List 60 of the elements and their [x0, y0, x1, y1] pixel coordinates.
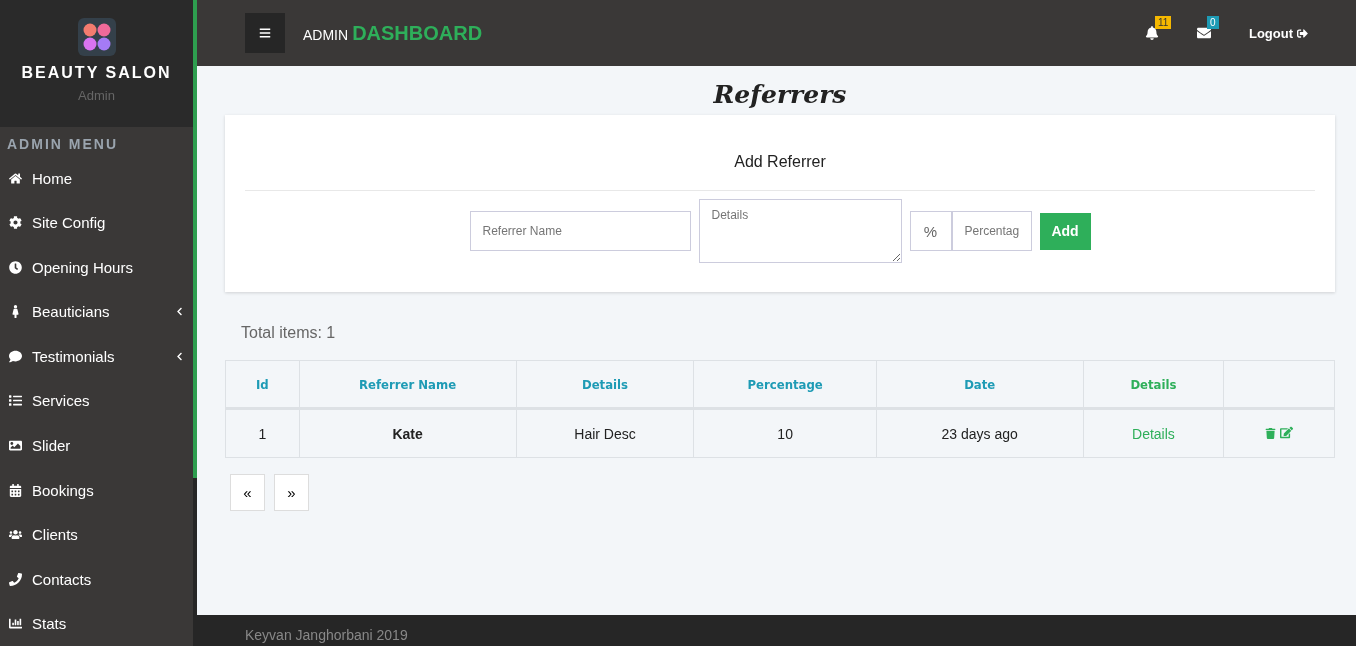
sign-out-icon: [1297, 27, 1308, 39]
table-cell: Hair Desc: [516, 408, 694, 458]
logout-link[interactable]: Logout: [1248, 25, 1308, 41]
menu-item[interactable]: Testimonials: [0, 334, 193, 379]
calendar-icon: [9, 483, 22, 497]
table-cell: Kate: [299, 408, 517, 458]
column-header: Details: [1083, 360, 1224, 409]
phone-icon: [9, 572, 22, 586]
clock-icon: [9, 260, 22, 274]
menu-item[interactable]: Home: [0, 155, 193, 201]
card-heading: Add Referrer: [245, 115, 1315, 191]
menu-item[interactable]: Clients: [0, 512, 193, 557]
menu-item[interactable]: Contacts: [0, 556, 193, 602]
page-button[interactable]: «: [230, 474, 265, 511]
table-cell: 10: [693, 408, 877, 458]
trash-icon[interactable]: [1265, 427, 1277, 439]
message-count: 0: [1206, 16, 1219, 29]
table-cell: 23 days ago: [876, 408, 1084, 458]
edit-icon[interactable]: [1280, 425, 1294, 439]
menu-item[interactable]: Slider: [0, 423, 193, 468]
gear-icon: [9, 216, 22, 230]
scrollbar[interactable]: [193, 0, 197, 646]
column-header: Referrer Name: [299, 360, 517, 409]
title-prefix: ADMIN: [303, 26, 349, 43]
column-header: Details: [516, 360, 694, 409]
total-items: Total items: 1: [241, 324, 337, 342]
dashboard-title: DASHBOARD: [352, 21, 483, 45]
role-label: Admin: [78, 88, 115, 103]
page-button[interactable]: »: [274, 474, 309, 511]
menu-item[interactable]: Opening Hours: [0, 245, 193, 290]
menu-item[interactable]: Beauticians: [0, 289, 193, 335]
page-title: Referrers: [712, 80, 848, 109]
menu-button[interactable]: [245, 13, 285, 53]
home-icon: [9, 171, 22, 185]
menu-item[interactable]: Bookings: [0, 467, 193, 513]
bar-chart-icon: [9, 617, 22, 631]
menu-item[interactable]: Services: [0, 378, 193, 424]
column-header: Id: [225, 360, 300, 409]
percent-addon: %: [909, 211, 952, 251]
notification-count: 11: [1154, 16, 1172, 29]
column-header: Date: [876, 360, 1084, 409]
column-header: Percentage: [693, 360, 877, 409]
menu-item[interactable]: Stats: [0, 601, 193, 646]
name-field[interactable]: Referrer Name: [469, 211, 691, 251]
list-icon: [9, 394, 22, 408]
users-icon: [9, 528, 22, 542]
brand-name: BEAUTY SALON: [21, 64, 172, 82]
bell-icon[interactable]: [1144, 26, 1159, 40]
footer: Keyvan Janghorbani 2019: [197, 615, 1356, 646]
percentage-field[interactable]: Percentag: [951, 211, 1032, 251]
envelope-icon[interactable]: [1196, 26, 1211, 40]
speech-bubble-icon: [9, 349, 22, 363]
menu-icon: [259, 27, 271, 39]
menu-item[interactable]: Site Config: [0, 200, 193, 245]
image-icon: [9, 438, 22, 452]
details-field[interactable]: Details: [698, 199, 902, 263]
palette-logo-icon: [77, 18, 116, 56]
scrollbar-thumb[interactable]: [193, 0, 197, 478]
table-cell: 1: [225, 408, 300, 458]
menu-heading: ADMIN MENU: [6, 134, 119, 154]
